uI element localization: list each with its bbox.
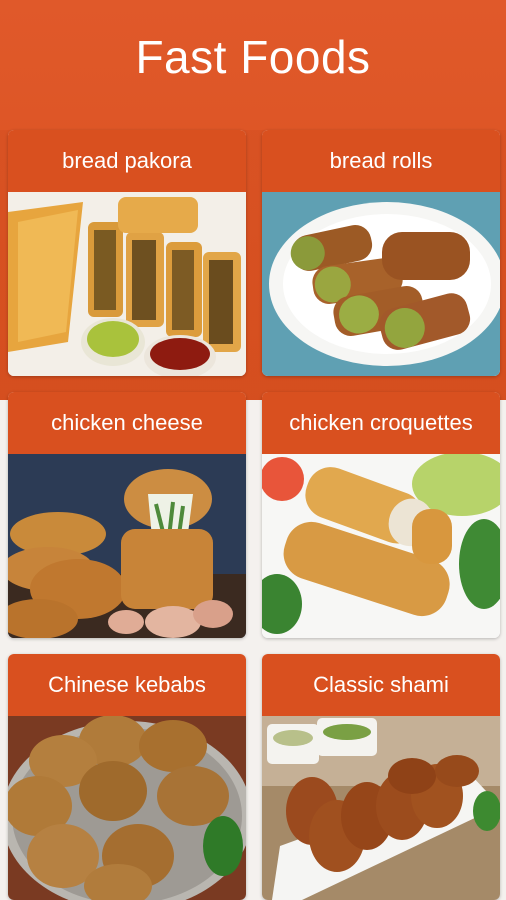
food-card-label: bread pakora — [8, 130, 246, 192]
food-card-label: Classic shami — [262, 654, 500, 716]
chinese-kebabs-photo — [8, 716, 246, 900]
bread-pakora-photo — [8, 192, 246, 376]
food-card-chicken-croquettes[interactable]: chicken croquettes — [262, 392, 500, 638]
app-screen: Fast Foods bread pakora bread rolls chic… — [0, 0, 506, 900]
classic-shami-photo — [262, 716, 500, 900]
food-card-bread-rolls[interactable]: bread rolls — [262, 130, 500, 376]
page-title: Fast Foods — [135, 31, 371, 83]
chicken-croquettes-photo — [262, 454, 500, 638]
chicken-cheese-photo — [8, 454, 246, 638]
food-card-label: bread rolls — [262, 130, 500, 192]
food-grid: bread pakora bread rolls chicken cheese … — [8, 130, 500, 900]
food-card-label: Chinese kebabs — [8, 654, 246, 716]
food-card-chinese-kebabs[interactable]: Chinese kebabs — [8, 654, 246, 900]
bread-rolls-photo — [262, 192, 500, 376]
food-card-label: chicken croquettes — [262, 392, 500, 454]
food-card-bread-pakora[interactable]: bread pakora — [8, 130, 246, 376]
food-card-classic-shami[interactable]: Classic shami — [262, 654, 500, 900]
food-card-label: chicken cheese — [8, 392, 246, 454]
food-card-chicken-cheese[interactable]: chicken cheese — [8, 392, 246, 638]
